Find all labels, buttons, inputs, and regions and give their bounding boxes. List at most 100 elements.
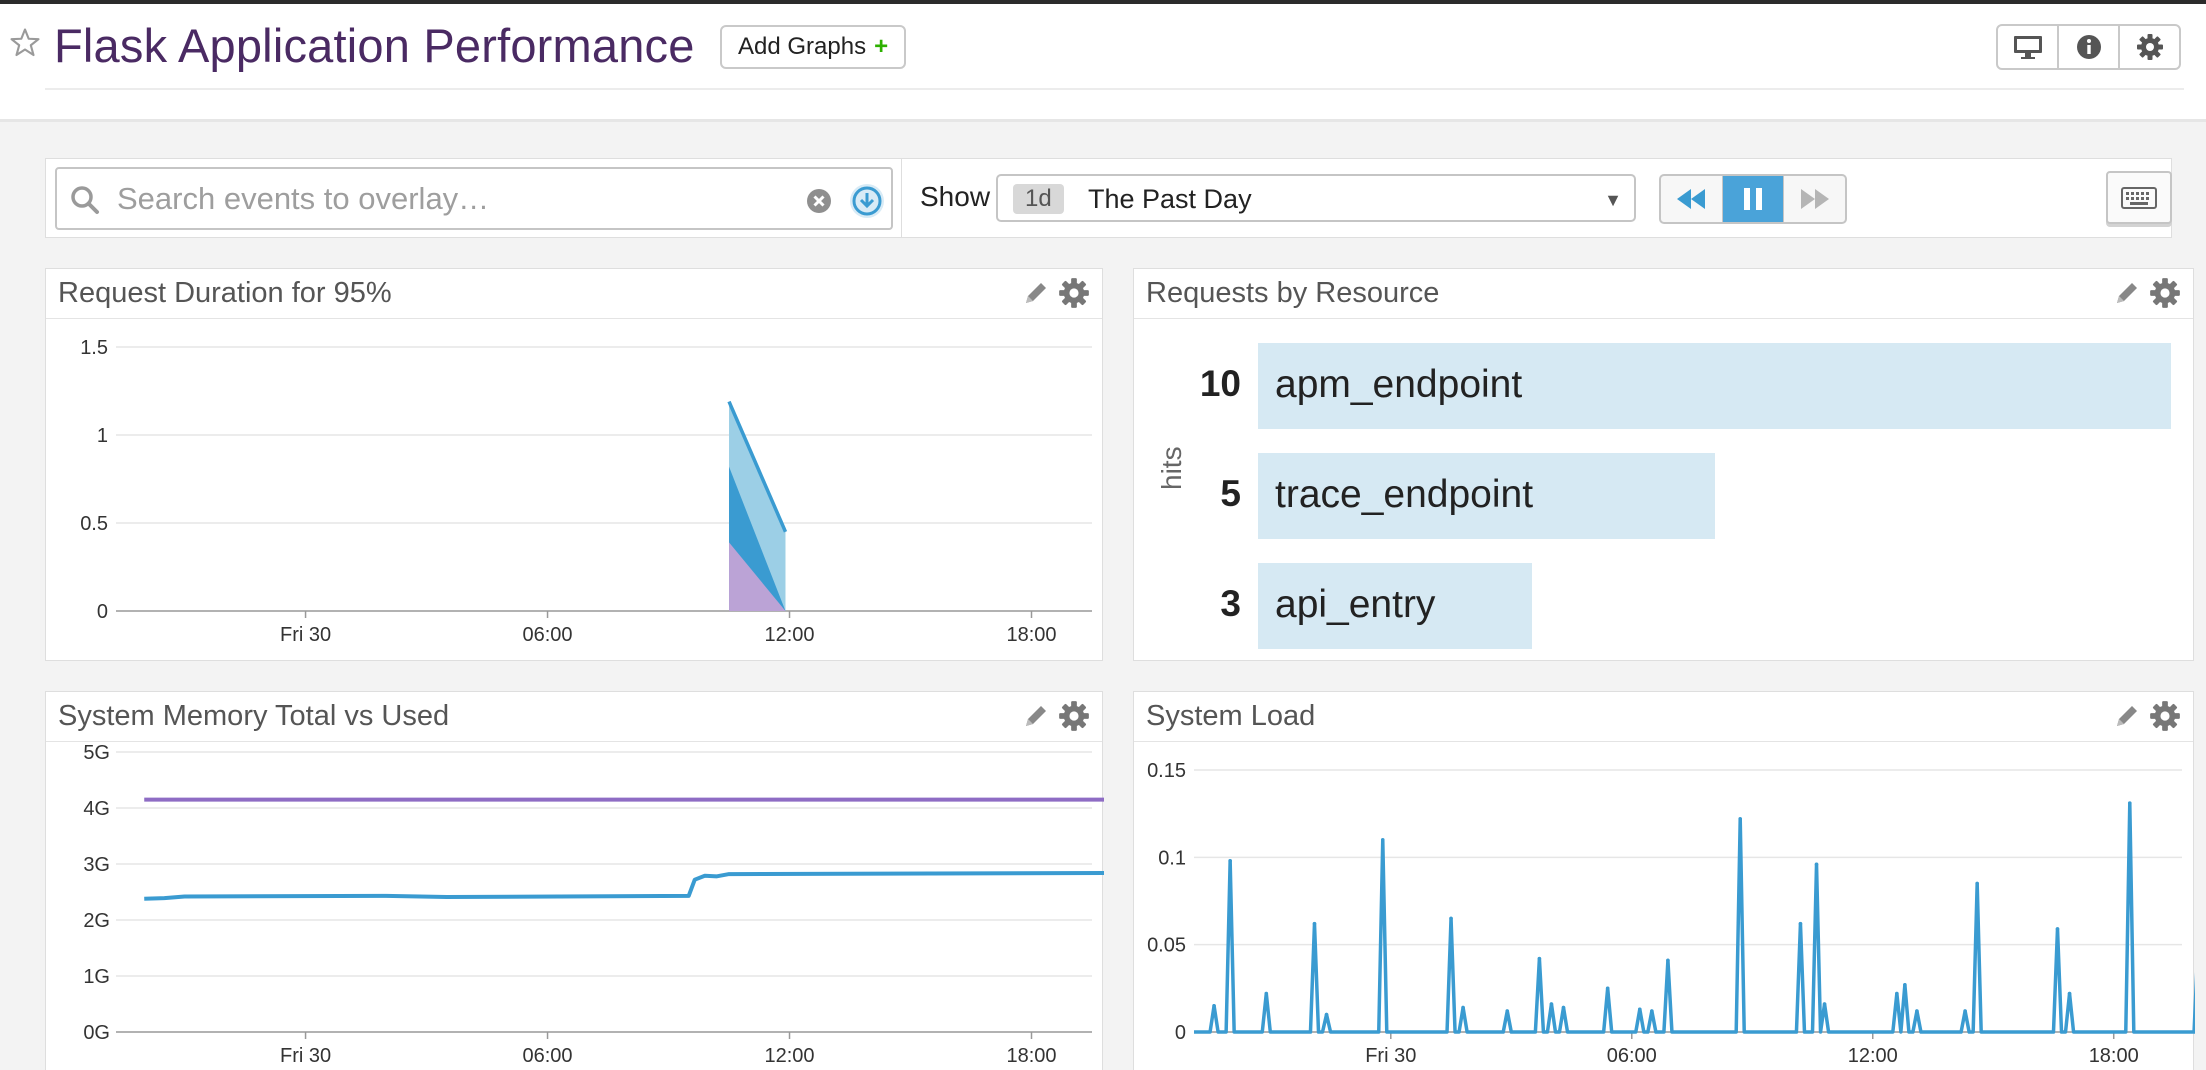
load-series (1194, 801, 2195, 1034)
load-peak-point (1449, 916, 1453, 921)
add-graphs-label: Add Graphs (738, 33, 867, 60)
load-peak-point (2055, 927, 2060, 931)
y-tick-label: 5G (83, 742, 110, 764)
load-peak-point (1561, 1005, 1566, 1010)
load-peak-point (1537, 956, 1542, 961)
load-peak-point (1814, 862, 1819, 867)
load-peak-point (1822, 1002, 1827, 1006)
y-tick-label: 0G (83, 1022, 110, 1044)
tv-mode-button[interactable] (1998, 26, 2059, 68)
y-tick-label: 1.5 (80, 337, 108, 359)
x-tick-label: 12:00 (764, 624, 814, 646)
time-range-select[interactable]: 1d The Past Day ▼ (996, 174, 1636, 222)
time-range-badge: 1d (1013, 184, 1064, 214)
y-tick-label: 3G (83, 854, 110, 876)
memory-series-1 (144, 870, 1104, 901)
fast-forward-icon (1800, 189, 1829, 209)
x-tick-label: Fri 30 (280, 1045, 331, 1067)
keyboard-shortcuts-button[interactable] (2106, 171, 2172, 224)
clear-icon[interactable] (806, 188, 832, 214)
x-tick-label: 06:00 (523, 1045, 573, 1067)
y-tick-label: 0 (97, 601, 108, 623)
toplist-label: trace_endpoint (1275, 473, 1534, 516)
load-peak-point (1638, 1007, 1642, 1012)
load-peak-point (1549, 1002, 1554, 1006)
load-peak-point (1975, 881, 1979, 886)
add-graphs-button[interactable]: Add Graphs + (720, 25, 907, 69)
request-duration-chart: 1.5 1 0.5 0 Fri 30 06:00 12:00 18:00 (80, 337, 1092, 646)
widget-title-divider (1134, 318, 2193, 319)
load-peak-point (1738, 817, 1743, 821)
y-tick-label: 0.15 (1147, 760, 1186, 782)
request-duration-widget: Request Duration for 95% 1.5 1 0.5 0 Fri 30 0… (45, 268, 1103, 661)
toplist-label: api_entry (1275, 583, 1436, 626)
load-peak-point (1505, 1009, 1510, 1013)
toolbar-divider (901, 159, 902, 237)
monitor-icon (2013, 36, 2042, 59)
load-peak-point (1264, 991, 1269, 996)
system-memory-widget: System Memory Total vs Used 5G 4G 3G 2G 1G 0G… (45, 691, 1104, 1070)
load-peak-point (1963, 1009, 1967, 1013)
search-input[interactable] (117, 179, 737, 219)
load-peak-point (1666, 958, 1670, 963)
load-peak-point (1605, 986, 1610, 991)
page-title: Flask Application Performance (54, 19, 695, 72)
x-tick-label: 06:00 (1607, 1045, 1657, 1067)
download-icon[interactable] (849, 183, 885, 219)
toplist-axis-label: hits (1156, 446, 1187, 490)
show-label: Show (920, 181, 991, 212)
y-tick-label: 0 (1175, 1022, 1186, 1044)
time-range-value: The Past Day (1088, 184, 1252, 214)
y-tick-label: 0.1 (1158, 847, 1186, 869)
search-box (55, 167, 893, 230)
y-tick-label: 2G (83, 910, 110, 932)
x-tick-label: Fri 30 (280, 624, 331, 646)
y-tick-label: 4G (83, 798, 110, 820)
header-button-group (1996, 24, 2181, 70)
x-tick-label: 18:00 (2089, 1045, 2139, 1067)
header-divider (45, 88, 2184, 90)
load-peak-point (1380, 838, 1385, 842)
settings-button[interactable] (2120, 26, 2179, 68)
load-peak-point (1915, 1009, 1919, 1013)
plus-icon: + (874, 33, 889, 60)
load-peak-point (2127, 801, 2132, 805)
load-peak-point (1461, 1005, 1465, 1010)
load-peak-point (1650, 1009, 1654, 1013)
fast-forward-button[interactable] (1784, 176, 1845, 222)
y-tick-label: 0.5 (80, 513, 108, 535)
toplist-value: 10 (1199, 363, 1241, 404)
x-tick-label: 18:00 (1006, 624, 1056, 646)
system-load-widget: System Load 0.15 0.1 0.05 0 Fri 30 06:00 12:00… (1133, 691, 2195, 1070)
requests-by-resource-widget: Requests by Resource 10 apm_endpoint 5 trac… (1133, 268, 2194, 661)
toplist-label: apm_endpoint (1275, 363, 1523, 406)
keyboard-icon (2121, 186, 2157, 209)
toplist-row[interactable]: 5 trace_endpoint (1134, 453, 2193, 541)
y-tick-label: 1G (83, 966, 110, 988)
toplist-row[interactable]: 10 apm_endpoint (1134, 343, 2193, 431)
pencil-icon[interactable] (2113, 279, 2141, 307)
x-tick-label: Fri 30 (1365, 1045, 1416, 1067)
load-peak-point (1895, 991, 1899, 996)
gear-icon[interactable] (2149, 277, 2181, 309)
y-tick-label: 1 (97, 425, 108, 447)
load-peak-point (1903, 983, 1907, 987)
events-toolbar: Show 1d The Past Day ▼ (45, 158, 2172, 238)
star-icon[interactable] (8, 26, 42, 60)
rewind-button[interactable] (1661, 176, 1723, 222)
widget-title: Requests by Resource (1146, 277, 1440, 309)
info-button[interactable] (2059, 26, 2120, 68)
toplist-value: 3 (1220, 583, 1241, 624)
toplist-row[interactable]: 3 api_entry (1134, 563, 2193, 651)
info-icon (2076, 35, 2101, 59)
pause-button[interactable] (1722, 176, 1785, 222)
gear-icon (2136, 34, 2163, 60)
x-tick-label: 12:00 (1848, 1045, 1898, 1067)
x-tick-label: 12:00 (764, 1045, 814, 1067)
search-icon (71, 186, 99, 214)
x-tick-label: 18:00 (1006, 1045, 1056, 1067)
y-tick-label: 0.05 (1147, 935, 1186, 957)
load-peak-point (1324, 1012, 1329, 1017)
load-peak-point (2067, 991, 2072, 996)
system-memory-chart: 5G 4G 3G 2G 1G 0G Fri 30 06:00 12:00 18:00 (83, 742, 1104, 1067)
